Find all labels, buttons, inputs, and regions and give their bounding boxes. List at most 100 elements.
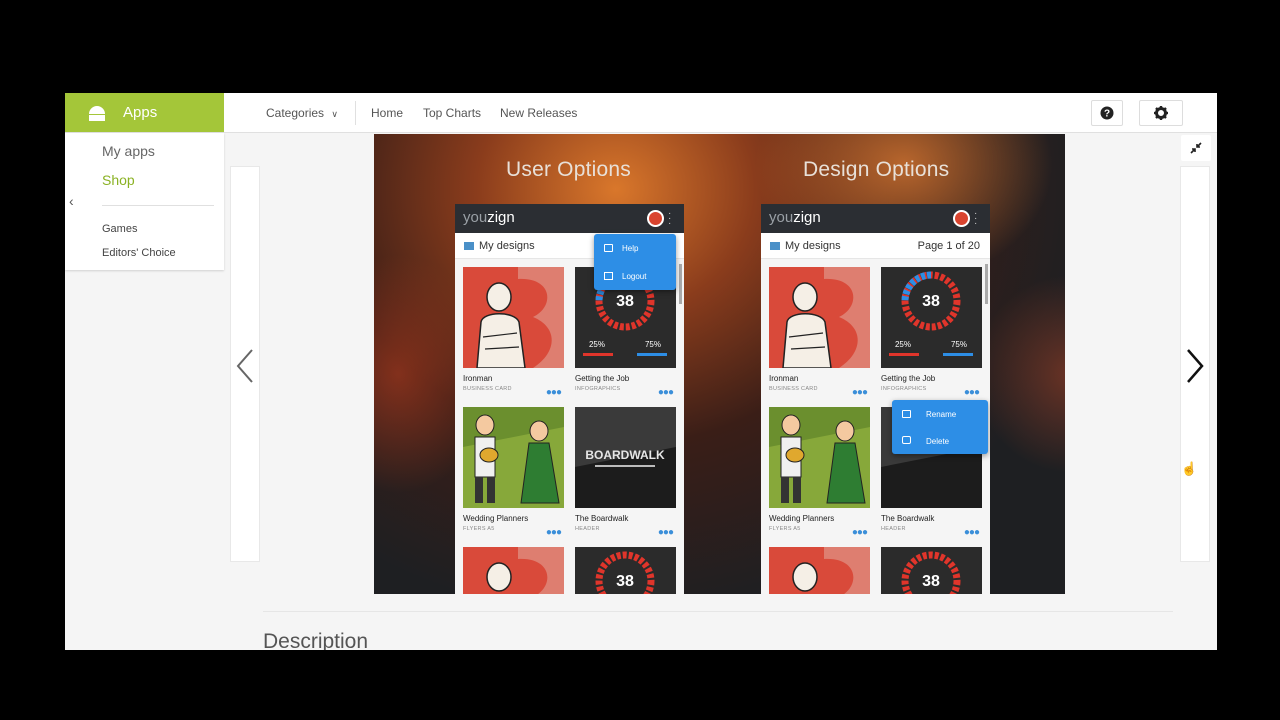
svg-text:38: 38 [922, 573, 940, 590]
card-name: The Boardwalk [575, 514, 629, 523]
collapse-icon [1190, 142, 1202, 154]
rename-icon [902, 410, 911, 418]
exit-fullscreen-button[interactable] [1181, 135, 1211, 161]
card-options-icon[interactable]: ●●● [852, 527, 868, 538]
svg-text:25%: 25% [589, 340, 605, 349]
designs-bar: My designs Page 1 of 20 [761, 233, 990, 259]
svg-text:25%: 25% [895, 340, 911, 349]
android-icon [89, 106, 105, 121]
card-options-icon[interactable]: ●●● [546, 527, 562, 538]
description-heading: Description [263, 630, 369, 650]
design-card[interactable]: Wedding Planners FLYERS A5 ●●● [463, 407, 564, 538]
ironman-thumbnail [769, 547, 870, 594]
design-menu-popup: Rename Delete [892, 400, 988, 454]
apps-label: Apps [123, 104, 158, 121]
card-options-icon[interactable]: ●●● [964, 527, 980, 538]
design-card[interactable]: Wedding Planners FLYERS A5 ●●● [769, 407, 870, 538]
sidebar-item-editors-choice[interactable]: Editors' Choice [102, 247, 176, 259]
scrollbar[interactable] [679, 264, 682, 304]
design-card[interactable]: 38 [575, 547, 676, 594]
settings-button[interactable] [1139, 100, 1183, 126]
app-header: youzign · · · [455, 204, 684, 233]
help-button[interactable]: ? [1091, 100, 1123, 126]
card-name: Getting the Job [575, 374, 630, 383]
sidebar-item-shop[interactable]: Shop [102, 172, 135, 188]
phone-mockup-right: youzign · · · My designs Page 1 of 20 Ir… [761, 204, 990, 594]
menu-item-delete[interactable]: Delete [926, 437, 949, 446]
svg-text:38: 38 [922, 293, 940, 310]
card-name: Wedding Planners [769, 514, 835, 523]
phone-mockup-left: youzign · · · My designs Ironman BUSINES… [455, 204, 684, 594]
infographic-thumbnail: 38 25% 75% [881, 267, 982, 368]
help-icon [604, 244, 613, 252]
card-options-icon[interactable]: ●●● [658, 527, 674, 538]
design-card[interactable]: BOARDWALK The Boardwalk HEADER ●●● [575, 407, 676, 538]
page-indicator: Page 1 of 20 [917, 240, 980, 252]
design-card[interactable] [463, 547, 564, 594]
nav-new-releases[interactable]: New Releases [500, 106, 577, 120]
menu-item-logout[interactable]: Logout [622, 272, 646, 281]
play-store-page: Apps Categories ∨ Home Top Charts New Re… [65, 93, 1217, 650]
card-options-icon[interactable]: ●●● [546, 387, 562, 398]
logout-icon [604, 272, 613, 280]
avatar[interactable] [953, 210, 970, 227]
card-name: Getting the Job [881, 374, 936, 383]
collapse-sidebar-icon[interactable]: ‹ [69, 193, 74, 209]
sidebar-item-games[interactable]: Games [102, 223, 137, 235]
design-card[interactable] [769, 547, 870, 594]
designs-icon [464, 242, 474, 250]
categories-dropdown[interactable]: Categories ∨ [266, 106, 338, 120]
card-options-icon[interactable]: ●●● [964, 387, 980, 398]
design-card[interactable]: Ironman BUSINESS CARD ●●● [769, 267, 870, 398]
sidebar-divider [102, 205, 214, 206]
designs-icon [770, 242, 780, 250]
top-bar: Apps Categories ∨ Home Top Charts New Re… [65, 93, 1217, 133]
svg-text:?: ? [1104, 109, 1110, 120]
design-card[interactable]: 38 [881, 547, 982, 594]
design-card[interactable]: 38 25% 75% Getting the Job INFOGRAPHICS … [881, 267, 982, 398]
ironman-thumbnail [463, 267, 564, 368]
design-card[interactable]: Ironman BUSINESS CARD ●●● [463, 267, 564, 398]
trash-icon [902, 436, 911, 444]
my-designs-title: My designs [785, 240, 841, 252]
menu-item-help[interactable]: Help [622, 244, 638, 253]
gear-icon [1154, 106, 1168, 120]
infographic-thumbnail: 38 [575, 547, 676, 594]
ironman-thumbnail [769, 267, 870, 368]
boardwalk-thumbnail: BOARDWALK [575, 407, 676, 508]
scrollbar[interactable] [985, 264, 988, 304]
screenshot-image: User Options Design Options youzign · · · … [374, 134, 1065, 594]
more-icon[interactable]: · · · [668, 209, 671, 229]
youzign-logo: youzign [463, 209, 515, 226]
sidebar-item-my-apps[interactable]: My apps [102, 143, 155, 159]
wedding-thumbnail [769, 407, 870, 508]
hand-cursor-icon: ☝ [1181, 461, 1198, 476]
app-header: youzign · · · [761, 204, 990, 233]
svg-text:38: 38 [616, 573, 634, 590]
nav-home[interactable]: Home [371, 106, 403, 120]
carousel-next-arrow-icon[interactable] [1185, 348, 1205, 384]
card-name: Wedding Planners [463, 514, 529, 523]
infographic-thumbnail: 38 [881, 547, 982, 594]
user-options-heading: User Options [506, 158, 631, 181]
card-name: Ironman [769, 374, 799, 383]
design-options-heading: Design Options [803, 158, 950, 181]
menu-item-rename[interactable]: Rename [926, 410, 956, 419]
avatar[interactable] [647, 210, 664, 227]
ironman-thumbnail [463, 547, 564, 594]
categories-label: Categories [266, 106, 325, 120]
wedding-thumbnail [463, 407, 564, 508]
apps-tab[interactable]: Apps [65, 93, 224, 132]
more-icon[interactable]: · · · [974, 209, 977, 229]
svg-text:75%: 75% [645, 340, 661, 349]
section-divider [263, 611, 1173, 612]
nav-top-charts[interactable]: Top Charts [423, 106, 481, 120]
help-icon: ? [1100, 106, 1114, 120]
sidebar: My apps Shop Games Editors' Choice [65, 133, 224, 270]
card-options-icon[interactable]: ●●● [658, 387, 674, 398]
svg-text:38: 38 [616, 293, 634, 310]
user-menu-popup: Help Logout [594, 234, 676, 290]
card-options-icon[interactable]: ●●● [852, 387, 868, 398]
carousel-prev-arrow-icon[interactable] [235, 348, 255, 384]
nav-divider [355, 101, 356, 125]
